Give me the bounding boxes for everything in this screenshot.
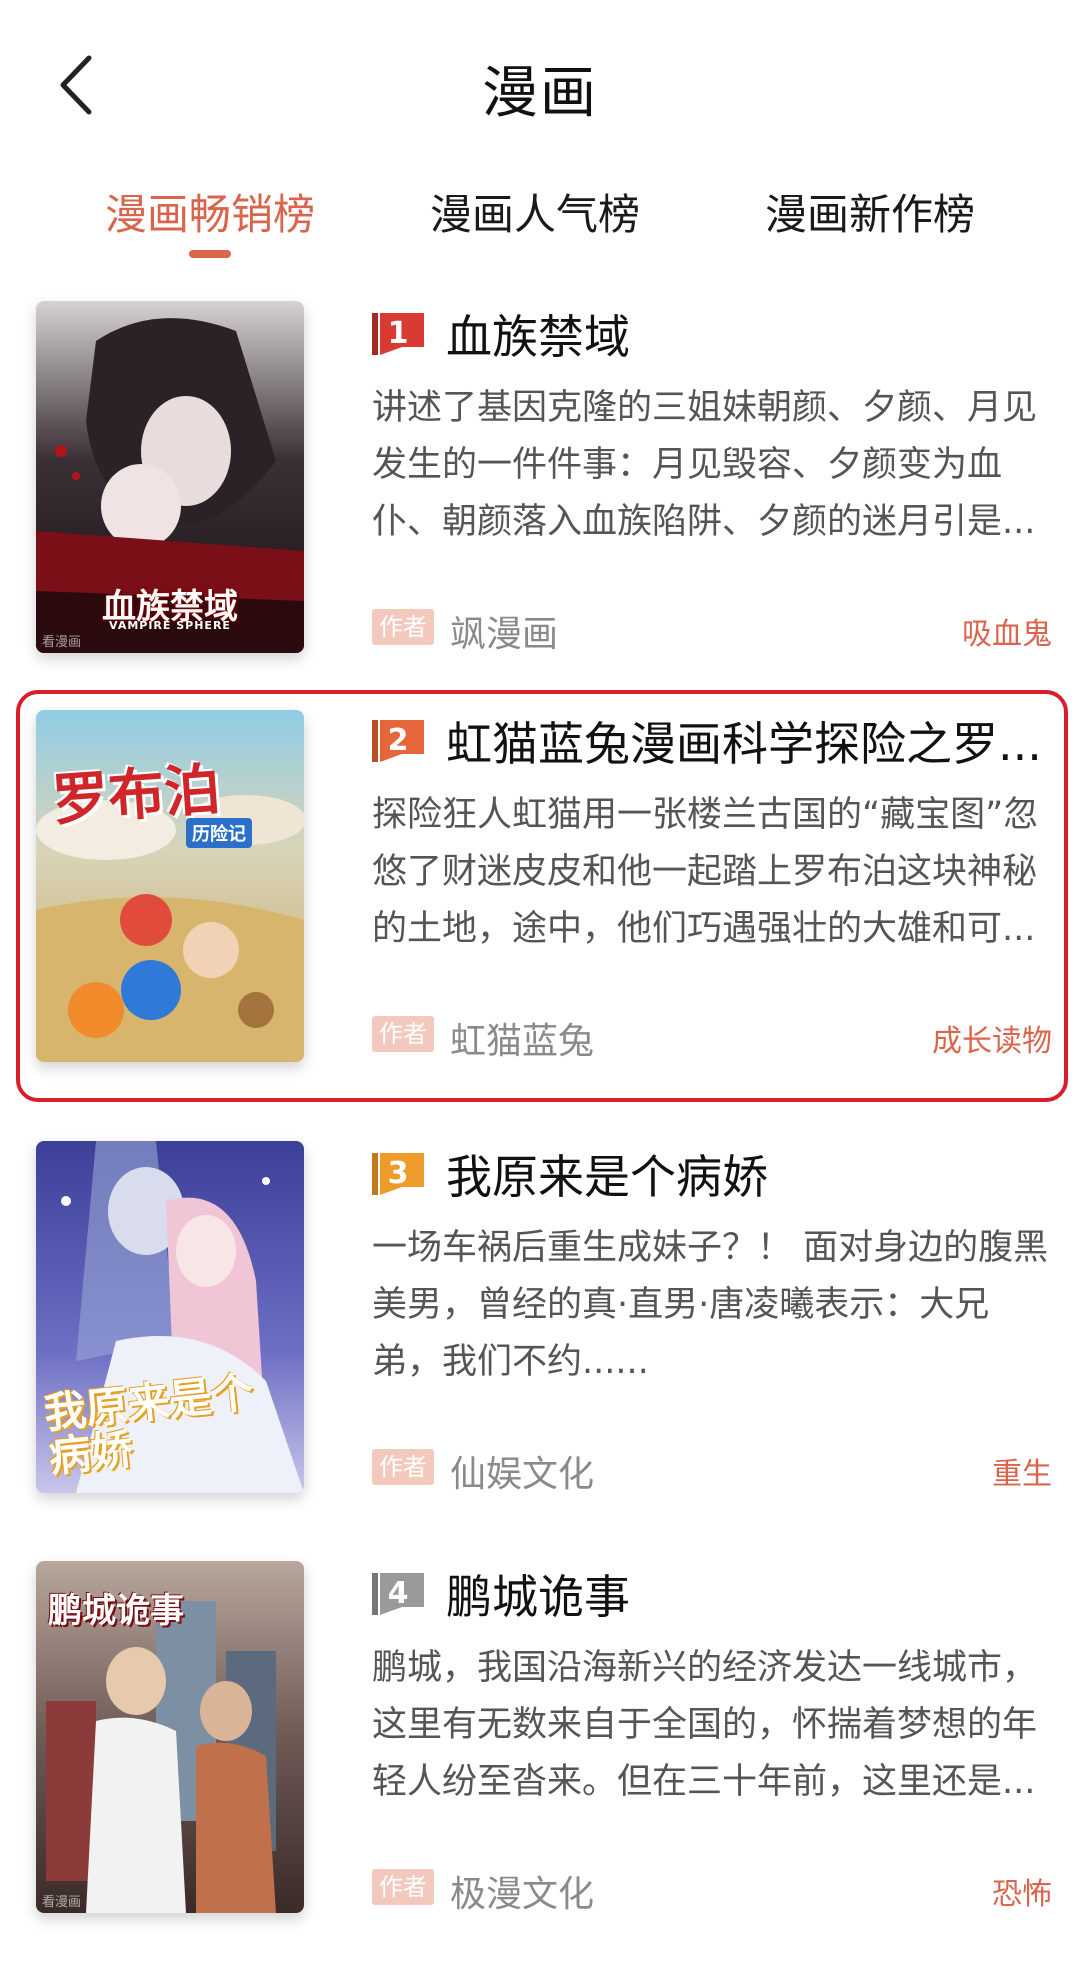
book-meta: 作者 飒漫画 吸血鬼 — [372, 607, 1052, 655]
title-row: 3 我原来是个病娇 — [372, 1139, 1052, 1209]
rank-number: 4 — [387, 1576, 409, 1611]
author-tag: 作者 — [372, 1016, 434, 1052]
book-title[interactable]: 鹏城诡事 — [446, 1561, 630, 1627]
cover-watermark: 看漫画 — [42, 1895, 82, 1910]
list-item[interactable]: 我原来是个病娇 3 我原来是个病娇 一场车祸后重生成妹子？！ 面对身边的腹黑美男… — [16, 1135, 1068, 1555]
tab-label: 漫画人气榜 — [429, 190, 640, 239]
genre-tag[interactable]: 重生 — [992, 1449, 1052, 1493]
tab-popular[interactable]: 漫画人气榜 — [425, 180, 645, 270]
tab-label: 漫画畅销榜 — [104, 190, 315, 239]
list-item[interactable]: 鹏城诡事 看漫画 4 鹏城诡事 鹏城，我国沿海新兴的经济发达一线城市，这里有无数… — [16, 1555, 1068, 1975]
author-name: 极漫文化 — [450, 1874, 595, 1915]
author-tag: 作者 — [372, 1449, 434, 1485]
rank-badge: 4 — [372, 1571, 428, 1617]
title-row: 2 虹猫蓝兔漫画科学探险之罗... — [372, 706, 1052, 776]
author-tag: 作者 — [372, 609, 434, 645]
book-description: 鹏城，我国沿海新兴的经济发达一线城市，这里有无数来自于全国的，怀揣着梦想的年轻人… — [372, 1648, 1038, 1802]
cover-title-art: 鹏城诡事 — [48, 1591, 184, 1631]
author-tag: 作者 — [372, 1869, 434, 1905]
rank-badge: 2 — [372, 718, 428, 764]
book-meta: 作者 仙娱文化 重生 — [372, 1447, 1052, 1495]
cover-image[interactable]: 鹏城诡事 看漫画 — [36, 1561, 304, 1913]
rank-number: 2 — [387, 723, 409, 758]
tab-bar: 漫画畅销榜 漫画人气榜 漫画新作榜 — [0, 180, 1080, 270]
book-title[interactable]: 我原来是个病娇 — [446, 1141, 768, 1207]
cover-watermark: 看漫画 — [42, 635, 82, 650]
genre-tag[interactable]: 恐怖 — [992, 1869, 1052, 1913]
book-description: 探险狂人虹猫用一张楼兰古国的“藏宝图”忽悠了财迷皮皮和他一起踏上罗布泊这块神秘的… — [372, 795, 1039, 949]
title-row: 4 鹏城诡事 — [372, 1559, 1052, 1629]
cover-image[interactable]: 罗布泊 历险记 — [36, 710, 304, 1062]
header: 漫画 — [0, 0, 1080, 165]
author-name: 仙娱文化 — [450, 1454, 595, 1495]
rank-number: 3 — [387, 1156, 409, 1191]
genre-tag[interactable]: 成长读物 — [932, 1016, 1052, 1060]
book-description: 讲述了基因克隆的三姐妹朝颜、夕颜、月见发生的一件件事：月见毁容、夕颜变为血仆、朝… — [372, 388, 1038, 542]
author-name: 飒漫画 — [450, 614, 559, 655]
rank-badge: 3 — [372, 1151, 428, 1197]
cover-image[interactable]: 血族禁域 VAMPIRE SPHERE 看漫画 — [36, 301, 304, 653]
tab-label: 漫画新作榜 — [764, 190, 975, 239]
title-row: 1 血族禁域 — [372, 299, 1052, 369]
book-title[interactable]: 血族禁域 — [446, 301, 630, 367]
rank-number: 1 — [387, 316, 409, 351]
list-item[interactable]: 罗布泊 历险记 2 虹猫蓝兔漫画科学探险之罗... 探险狂人虹猫用一张楼兰古国的… — [16, 690, 1068, 1102]
book-title[interactable]: 虹猫蓝兔漫画科学探险之罗... — [446, 708, 1042, 774]
book-meta: 作者 极漫文化 恐怖 — [372, 1867, 1052, 1915]
active-tab-indicator — [189, 250, 231, 258]
page-title: 漫画 — [482, 61, 598, 126]
genre-tag[interactable]: 吸血鬼 — [962, 609, 1052, 653]
cover-subtitle-art: 历险记 — [186, 818, 252, 848]
cover-image[interactable]: 我原来是个病娇 — [36, 1141, 304, 1493]
book-meta: 作者 虹猫蓝兔 成长读物 — [372, 1014, 1052, 1062]
tab-bestseller[interactable]: 漫画畅销榜 — [100, 180, 320, 270]
list-item[interactable]: 血族禁域 VAMPIRE SPHERE 看漫画 1 血族禁域 讲述了基因克隆的三… — [16, 295, 1068, 715]
rank-badge: 1 — [372, 311, 428, 357]
tab-new[interactable]: 漫画新作榜 — [760, 180, 980, 270]
book-description: 一场车祸后重生成妹子？！ 面对身边的腹黑美男，曾经的真·直男·唐凌曦表示：大兄弟… — [372, 1228, 1049, 1382]
author-name: 虹猫蓝兔 — [450, 1021, 595, 1062]
